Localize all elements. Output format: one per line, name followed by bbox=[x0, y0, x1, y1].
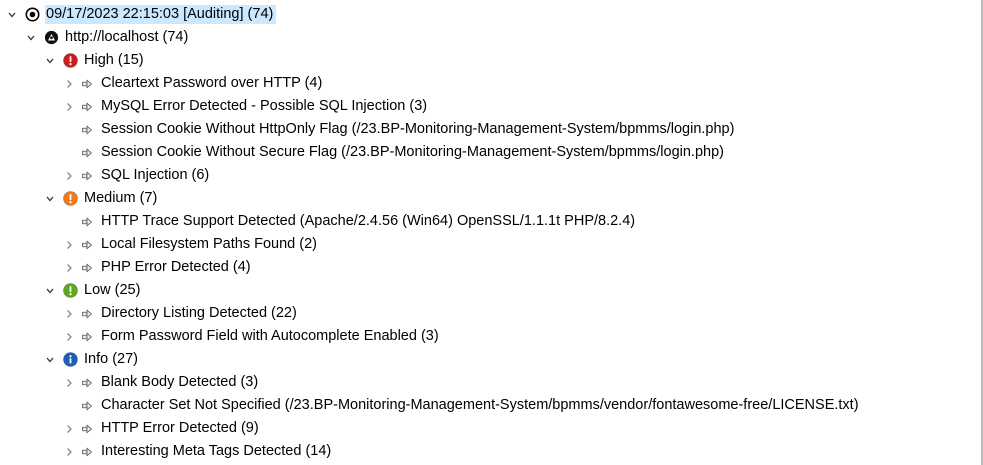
alert-item-interesting-meta-tags-detected-label: Interesting Meta Tags Detected (14) bbox=[101, 443, 332, 459]
tree-node-low[interactable]: Low (25) bbox=[0, 279, 143, 302]
high-severity-icon bbox=[63, 53, 78, 68]
alert-item-interesting-meta-tags-detected[interactable]: Interesting Meta Tags Detected (14) bbox=[0, 440, 334, 463]
alert-arrow-icon bbox=[82, 400, 92, 411]
chevron-down-icon[interactable] bbox=[6, 9, 18, 21]
alert-item-session-cookie-without-httponly-flag-label: Session Cookie Without HttpOnly Flag (/2… bbox=[101, 121, 735, 137]
alert-item-sql-injection[interactable]: SQL Injection (6) bbox=[0, 164, 212, 187]
alert-item-session-cookie-without-secure-flag-label: Session Cookie Without Secure Flag (/23.… bbox=[101, 144, 724, 160]
alert-item-cleartext-password-over-http-label: Cleartext Password over HTTP (4) bbox=[101, 75, 323, 91]
alert-arrow-icon bbox=[82, 170, 92, 181]
alert-item-sql-injection-label: SQL Injection (6) bbox=[101, 167, 210, 183]
tree-node-host[interactable]: http://localhost (74) bbox=[0, 26, 191, 49]
alert-item-mysql-error-detected-possible-sql-injection-label: MySQL Error Detected - Possible SQL Inje… bbox=[101, 98, 428, 114]
chevron-down-icon[interactable] bbox=[44, 55, 56, 67]
chevron-down-icon[interactable] bbox=[25, 32, 37, 44]
alert-arrow-icon bbox=[82, 308, 92, 319]
chevron-down-icon[interactable] bbox=[44, 285, 56, 297]
alert-item-local-filesystem-paths-found[interactable]: Local Filesystem Paths Found (2) bbox=[0, 233, 320, 256]
alert-arrow-icon bbox=[82, 331, 92, 342]
medium-severity-icon bbox=[63, 191, 78, 206]
alert-item-directory-listing-detected[interactable]: Directory Listing Detected (22) bbox=[0, 302, 300, 325]
alert-item-mysql-error-detected-possible-sql-injection[interactable]: MySQL Error Detected - Possible SQL Inje… bbox=[0, 95, 430, 118]
alert-item-local-filesystem-paths-found-label: Local Filesystem Paths Found (2) bbox=[101, 236, 317, 252]
alert-item-php-error-detected-label: PHP Error Detected (4) bbox=[101, 259, 251, 275]
chevron-right-icon[interactable] bbox=[63, 331, 75, 343]
info-icon bbox=[63, 352, 78, 367]
chevron-right-icon[interactable] bbox=[63, 101, 75, 113]
alert-item-session-cookie-without-httponly-flag[interactable]: Session Cookie Without HttpOnly Flag (/2… bbox=[0, 118, 737, 141]
alert-arrow-icon bbox=[82, 216, 92, 227]
alert-item-cleartext-password-over-http[interactable]: Cleartext Password over HTTP (4) bbox=[0, 72, 325, 95]
alert-item-http-error-detected-label: HTTP Error Detected (9) bbox=[101, 420, 259, 436]
tree-node-medium-label: Medium (7) bbox=[84, 190, 158, 206]
tree-node-info-label: Info (27) bbox=[84, 351, 138, 367]
chevron-down-icon[interactable] bbox=[44, 354, 56, 366]
alert-item-http-error-detected[interactable]: HTTP Error Detected (9) bbox=[0, 417, 262, 440]
target-icon bbox=[25, 7, 40, 22]
alert-arrow-icon bbox=[82, 239, 92, 250]
alert-item-character-set-not-specified[interactable]: Character Set Not Specified (/23.BP-Moni… bbox=[0, 394, 862, 417]
alert-item-blank-body-detected-label: Blank Body Detected (3) bbox=[101, 374, 259, 390]
alert-arrow-icon bbox=[82, 78, 92, 89]
tree-node-medium[interactable]: Medium (7) bbox=[0, 187, 160, 210]
tree-node-low-label: Low (25) bbox=[84, 282, 141, 298]
tree-node-high-label: High (15) bbox=[84, 52, 144, 68]
low-severity-icon bbox=[63, 283, 78, 298]
tree-node-scan-label: 09/17/2023 22:15:03 [Auditing] (74) bbox=[45, 5, 277, 24]
alert-item-blank-body-detected[interactable]: Blank Body Detected (3) bbox=[0, 371, 261, 394]
alert-arrow-icon bbox=[82, 262, 92, 273]
chevron-right-icon[interactable] bbox=[63, 239, 75, 251]
alert-arrow-icon bbox=[82, 423, 92, 434]
tree-node-host-label: http://localhost (74) bbox=[65, 29, 189, 45]
alert-arrow-icon bbox=[82, 124, 92, 135]
alert-item-character-set-not-specified-label: Character Set Not Specified (/23.BP-Moni… bbox=[101, 397, 859, 413]
alert-arrow-icon bbox=[82, 446, 92, 457]
chevron-right-icon[interactable] bbox=[63, 78, 75, 90]
alert-item-directory-listing-detected-label: Directory Listing Detected (22) bbox=[101, 305, 297, 321]
alert-item-php-error-detected[interactable]: PHP Error Detected (4) bbox=[0, 256, 254, 279]
host-icon bbox=[44, 30, 59, 45]
chevron-down-icon[interactable] bbox=[44, 193, 56, 205]
tree-node-info[interactable]: Info (27) bbox=[0, 348, 141, 371]
alert-item-form-password-field-with-autocomplete-enabled-label: Form Password Field with Autocomplete En… bbox=[101, 328, 439, 344]
alerts-tree: 09/17/2023 22:15:03 [Auditing] (74) http:… bbox=[0, 0, 983, 465]
chevron-right-icon[interactable] bbox=[63, 262, 75, 274]
chevron-right-icon[interactable] bbox=[63, 446, 75, 458]
tree-node-scan[interactable]: 09/17/2023 22:15:03 [Auditing] (74) bbox=[0, 3, 277, 26]
chevron-right-icon[interactable] bbox=[63, 423, 75, 435]
alert-arrow-icon bbox=[82, 377, 92, 388]
chevron-right-icon[interactable] bbox=[63, 377, 75, 389]
tree-node-high[interactable]: High (15) bbox=[0, 49, 147, 72]
alert-arrow-icon bbox=[82, 147, 92, 158]
alert-item-session-cookie-without-secure-flag[interactable]: Session Cookie Without Secure Flag (/23.… bbox=[0, 141, 727, 164]
alert-item-form-password-field-with-autocomplete-enabled[interactable]: Form Password Field with Autocomplete En… bbox=[0, 325, 442, 348]
chevron-right-icon[interactable] bbox=[63, 170, 75, 182]
alert-arrow-icon bbox=[82, 101, 92, 112]
chevron-right-icon[interactable] bbox=[63, 308, 75, 320]
alert-item-http-trace-support-detected-openssl-1-1-1t-php-8-label: HTTP Trace Support Detected (Apache/2.4.… bbox=[101, 213, 636, 229]
alert-item-http-trace-support-detected-openssl-1-1-1t-php-8[interactable]: HTTP Trace Support Detected (Apache/2.4.… bbox=[0, 210, 638, 233]
